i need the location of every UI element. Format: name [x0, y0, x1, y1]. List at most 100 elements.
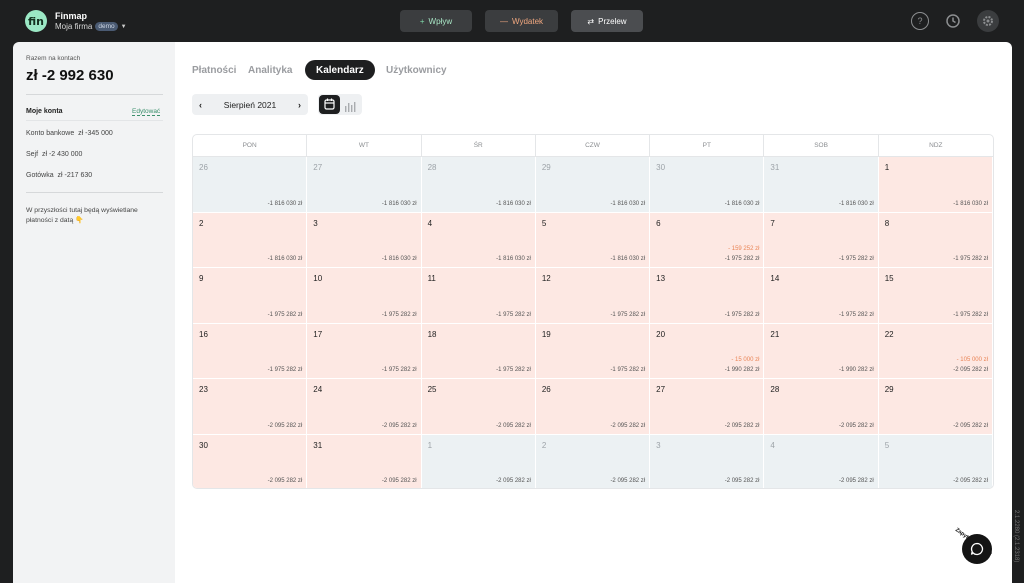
calendar-day-cell[interactable]: 26 -2 095 282 zł: [535, 379, 651, 435]
calendar-day-cell[interactable]: 23 -2 095 282 zł: [193, 379, 308, 435]
calendar-day-cell[interactable]: 2 -1 816 030 zł: [193, 212, 308, 268]
calendar-day-cell[interactable]: 30 -1 816 030 zł: [650, 157, 765, 213]
calendar-day-cell[interactable]: 5 -1 816 030 zł: [535, 212, 651, 268]
day-number: 29: [884, 385, 894, 394]
divider: [26, 94, 163, 95]
calendar-day-cell[interactable]: 25 -2 095 282 zł: [421, 379, 536, 435]
calendar-day-cell[interactable]: 20 - 15 000 zł -1 990 282 zł: [650, 323, 765, 379]
day-number: 22: [884, 329, 894, 339]
calendar-view-button[interactable]: [319, 95, 340, 114]
day-balance: -2 095 282 zł: [496, 422, 531, 429]
calendar-day-cell[interactable]: 28 -2 095 282 zł: [764, 379, 879, 435]
calendar-day-cell[interactable]: 27 -2 095 282 zł: [650, 379, 765, 435]
month-label: Sierpień 2021: [223, 99, 277, 110]
day-number: 28: [427, 163, 437, 172]
calendar-day-cell[interactable]: 15 -1 975 282 zł: [878, 268, 993, 324]
divider: [26, 192, 163, 193]
calendar-day-cell[interactable]: 28 -1 816 030 zł: [421, 157, 536, 213]
tab-payments[interactable]: Płatności: [192, 65, 236, 76]
income-button-label: Wpływ: [428, 16, 453, 26]
calendar-day-cell[interactable]: 14 -1 975 282 zł: [764, 268, 879, 324]
calendar-day-cell[interactable]: 7 -1 975 282 zł: [764, 212, 879, 268]
chat-bubble-icon: [970, 542, 984, 556]
account-item[interactable]: Sejf zł -2 430 000: [26, 151, 82, 158]
calendar-day-cell[interactable]: 19 -1 975 282 zł: [535, 323, 651, 379]
calendar-day-cell[interactable]: 29 -2 095 282 zł: [878, 379, 993, 435]
day-number: 28: [770, 385, 780, 394]
weekday-label: CZW: [536, 135, 651, 156]
weekday-header: PON WT ŚR CZW PT SOB NDZ: [193, 135, 993, 157]
calendar-day-cell[interactable]: 1 -2 095 282 zł: [421, 434, 536, 488]
day-number: 1: [884, 163, 890, 172]
day-balance: -2 095 282 zł: [839, 422, 874, 429]
day-number: 19: [541, 329, 551, 339]
income-button[interactable]: + Wpływ: [400, 10, 472, 32]
total-label: Razem na kontach: [26, 55, 81, 62]
calendar-day-cell[interactable]: 8 -1 975 282 zł: [878, 212, 993, 268]
calendar-day-cell[interactable]: 4 -2 095 282 zł: [764, 434, 879, 488]
calendar-day-cell[interactable]: 26 -1 816 030 zł: [193, 157, 308, 213]
tab-calendar[interactable]: Kalendarz: [305, 60, 375, 80]
day-number: 30: [656, 163, 666, 172]
calendar-day-cell[interactable]: 27 -1 816 030 zł: [307, 157, 422, 213]
transfer-button[interactable]: ⇄ Przelew: [571, 10, 643, 32]
day-balance: -1 975 282 zł: [839, 311, 874, 318]
day-balance: -1 816 030 zł: [610, 200, 646, 207]
day-transaction-amount: - 15 000 zł: [731, 357, 760, 363]
chat-button[interactable]: [962, 534, 992, 564]
calendar-day-cell[interactable]: 9 -1 975 282 zł: [193, 268, 308, 324]
expense-button[interactable]: — Wydatek: [485, 10, 558, 32]
day-number: 26: [541, 385, 551, 394]
company-switcher[interactable]: Moja firma demo ▼: [55, 22, 127, 31]
help-icon[interactable]: ?: [911, 12, 929, 30]
day-transaction-amount: - 105 000 zł: [956, 357, 988, 363]
day-number: 17: [313, 329, 323, 339]
calendar-day-cell[interactable]: 1 -1 816 030 zł: [878, 157, 993, 213]
finmap-logo[interactable]: fin: [25, 10, 47, 32]
day-number: 2: [541, 440, 547, 450]
day-number: 3: [656, 440, 661, 450]
calendar-day-cell[interactable]: 31 -1 816 030 zł: [764, 157, 879, 213]
minus-icon: —: [499, 16, 508, 26]
tab-users[interactable]: Użytkownicy: [386, 65, 447, 76]
calendar-day-cell[interactable]: 11 -1 975 282 zł: [421, 268, 536, 324]
calendar-day-cell[interactable]: 31 -2 095 282 zł: [307, 434, 422, 488]
calendar-day-cell[interactable]: 29 -1 816 030 zł: [535, 157, 651, 213]
day-number: 15: [884, 274, 894, 283]
edit-accounts-link[interactable]: Edytować: [132, 108, 161, 116]
calendar-day-cell[interactable]: 12 -1 975 282 zł: [535, 268, 651, 324]
calendar-day-cell[interactable]: 3 -1 816 030 zł: [307, 212, 422, 268]
calendar-day-cell[interactable]: 3 -2 095 282 zł: [650, 434, 765, 488]
calendar-day-cell[interactable]: 17 -1 975 282 zł: [307, 323, 422, 379]
weekday-label: WT: [307, 135, 422, 156]
account-item[interactable]: Konto bankowe zł -345 000: [26, 130, 113, 137]
calendar-day-cell[interactable]: 24 -2 095 282 zł: [307, 379, 422, 435]
calendar-day-cell[interactable]: 10 -1 975 282 zł: [307, 268, 422, 324]
day-balance: -1 975 282 zł: [381, 311, 417, 318]
calendar-day-cell[interactable]: 5 -2 095 282 zł: [878, 434, 993, 488]
calendar-day-cell[interactable]: 18 -1 975 282 zł: [421, 323, 536, 379]
demo-badge: demo: [95, 22, 118, 31]
calendar-day-cell[interactable]: 30 -2 095 282 zł: [193, 434, 308, 488]
next-month-arrow-icon[interactable]: ›: [298, 100, 301, 110]
calendar-day-cell[interactable]: 21 -1 990 282 zł: [764, 323, 879, 379]
calendar-day-cell[interactable]: 13 -1 975 282 zł: [650, 268, 765, 324]
calendar-day-cell[interactable]: 6 - 159 252 zł -1 975 282 zł: [650, 212, 765, 268]
calendar-day-cell[interactable]: 2 -2 095 282 zł: [535, 434, 651, 488]
calendar-day-cell[interactable]: 22 - 105 000 zł -2 095 282 zł: [878, 323, 993, 379]
day-number: 27: [656, 385, 666, 394]
account-amount: zł -217 630: [57, 172, 93, 179]
day-balance: -1 816 030 zł: [610, 256, 646, 262]
account-item[interactable]: Gotówka zł -217 630: [26, 172, 92, 179]
day-balance: -2 095 282 zł: [610, 478, 646, 484]
history-icon[interactable]: [944, 12, 962, 30]
top-bar: fin Finmap Moja firma demo ▼ + Wpływ — W…: [0, 0, 1024, 42]
day-balance: -1 816 030 zł: [496, 200, 531, 207]
settings-icon[interactable]: [977, 10, 999, 32]
tab-analytics[interactable]: Analityka: [248, 65, 292, 76]
calendar-day-cell[interactable]: 4 -1 816 030 zł: [421, 212, 536, 268]
prev-month-arrow-icon[interactable]: ‹: [199, 100, 202, 110]
chart-view-button[interactable]: [344, 99, 356, 117]
day-balance: -1 975 282 zł: [953, 256, 988, 262]
calendar-day-cell[interactable]: 16 -1 975 282 zł: [193, 323, 308, 379]
